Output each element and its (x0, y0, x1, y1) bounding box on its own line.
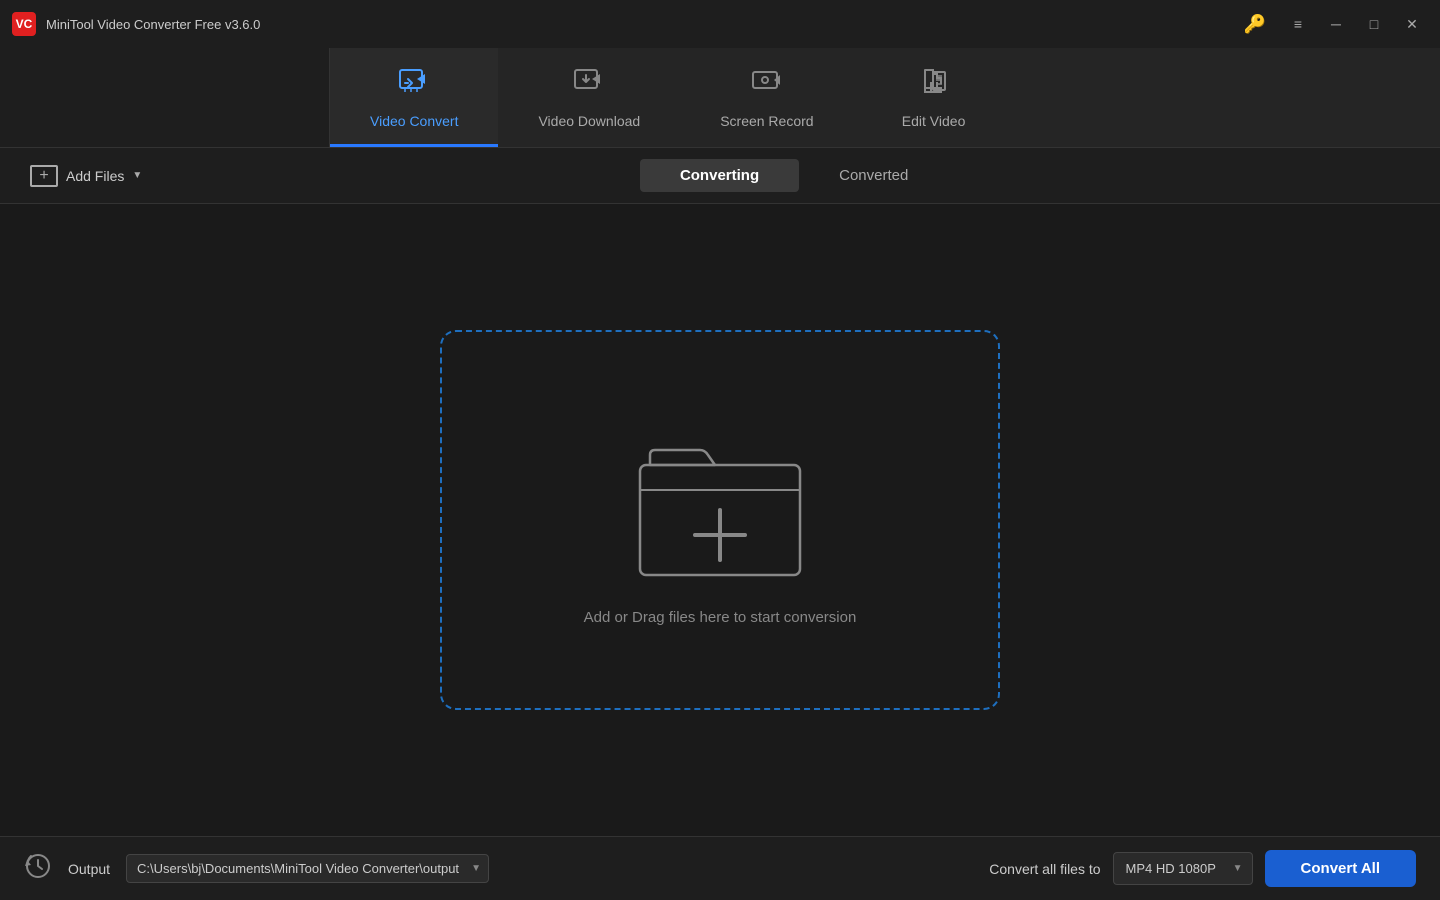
tab-edit-video-label: Edit Video (902, 113, 966, 129)
screen-record-icon (750, 64, 784, 105)
tab-video-convert-label: Video Convert (370, 113, 458, 129)
app-title: MiniTool Video Converter Free v3.6.0 (46, 17, 1244, 32)
tab-video-download-label: Video Download (538, 113, 640, 129)
edit-video-icon (917, 64, 951, 105)
minimize-button[interactable]: ─ (1320, 10, 1352, 38)
menu-button[interactable]: ≡ (1282, 10, 1314, 38)
add-files-button[interactable]: Add Files ▼ (20, 159, 152, 193)
close-button[interactable]: ✕ (1396, 10, 1428, 38)
app-logo: VC (12, 12, 36, 36)
convert-tabs: Converting Converted (640, 159, 948, 192)
video-convert-icon (397, 64, 431, 105)
bottom-bar: Output C:\Users\bj\Documents\MiniTool Vi… (0, 836, 1440, 900)
tab-converting[interactable]: Converting (640, 159, 799, 192)
toolbar: Add Files ▼ Converting Converted (0, 148, 1440, 204)
convert-all-files-label: Convert all files to (989, 861, 1100, 877)
nav-bar: Video Convert Video Download (0, 48, 1440, 148)
drop-zone[interactable]: Add or Drag files here to start conversi… (440, 330, 1000, 710)
tab-screen-record[interactable]: Screen Record (680, 48, 853, 147)
add-files-label: Add Files (66, 168, 124, 184)
tab-converted[interactable]: Converted (799, 159, 948, 192)
convert-all-section: Convert all files to MP4 HD 1080P MP4 HD… (989, 850, 1416, 887)
folder-icon (620, 415, 820, 585)
add-files-dropdown-arrow: ▼ (132, 170, 142, 181)
nav-tabs: Video Convert Video Download (330, 48, 1440, 147)
title-bar: VC MiniTool Video Converter Free v3.6.0 … (0, 0, 1440, 48)
tab-video-download[interactable]: Video Download (498, 48, 680, 147)
main-content: Add or Drag files here to start conversi… (0, 204, 1440, 836)
tab-video-convert[interactable]: Video Convert (330, 48, 498, 147)
tab-edit-video[interactable]: Edit Video (854, 48, 1014, 147)
add-files-icon (30, 165, 58, 187)
output-clock-icon (24, 852, 52, 886)
tab-screen-record-label: Screen Record (720, 113, 813, 129)
drop-zone-text: Add or Drag files here to start conversi… (584, 609, 857, 626)
output-path-select[interactable]: C:\Users\bj\Documents\MiniTool Video Con… (126, 854, 489, 883)
format-select[interactable]: MP4 HD 1080P MP4 HD 720P MP4 4K AVI MKV (1113, 852, 1253, 885)
nav-sidebar (0, 48, 330, 147)
output-path-wrapper: C:\Users\bj\Documents\MiniTool Video Con… (126, 854, 489, 883)
format-select-wrapper: MP4 HD 1080P MP4 HD 720P MP4 4K AVI MKV … (1113, 852, 1253, 885)
maximize-button[interactable]: □ (1358, 10, 1390, 38)
window-controls: 🔑 ≡ ─ □ ✕ (1244, 10, 1428, 38)
key-icon[interactable]: 🔑 (1244, 14, 1266, 35)
video-download-icon (572, 64, 606, 105)
convert-all-button[interactable]: Convert All (1265, 850, 1416, 887)
output-label: Output (68, 861, 110, 877)
